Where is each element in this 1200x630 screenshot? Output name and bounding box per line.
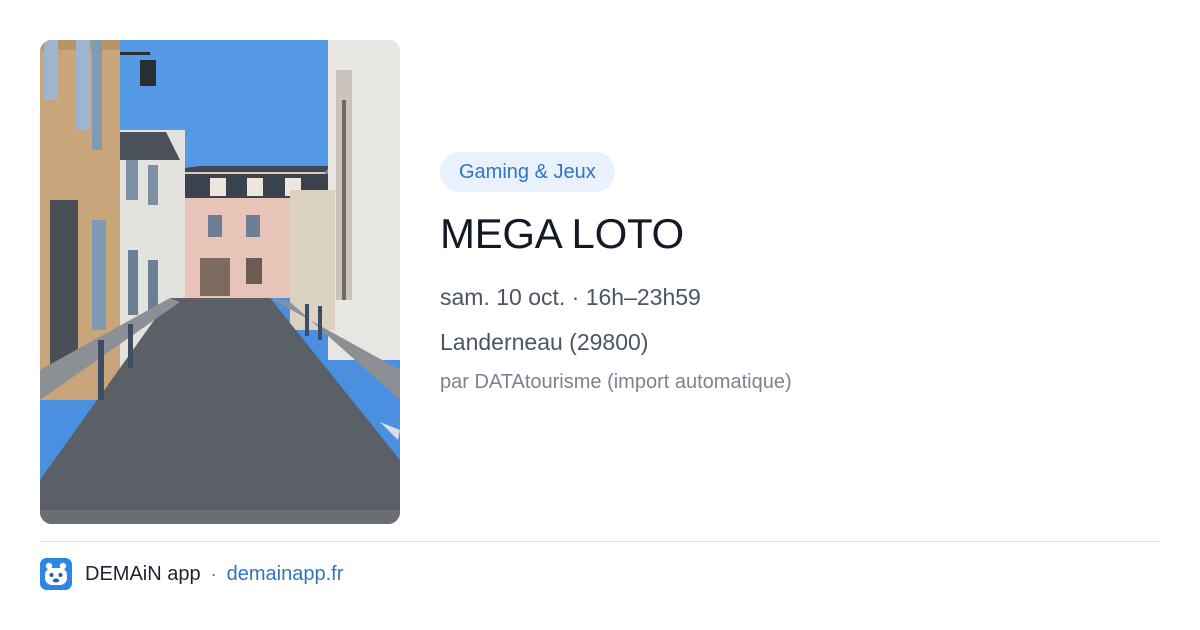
footer-separator: ·	[210, 563, 217, 584]
demain-app-logo-icon	[40, 558, 72, 590]
footer-divider	[40, 541, 1160, 542]
footer: DEMAiN app · demainapp.fr	[40, 558, 343, 590]
event-location: Landerneau (29800)	[440, 329, 649, 355]
event-info: Gaming & Jeux MEGA LOTO sam. 10 oct. · 1…	[440, 152, 1160, 395]
event-date-time: sam. 10 oct. · 16h–23h59	[440, 284, 701, 310]
event-photo	[40, 40, 400, 524]
category-badge[interactable]: Gaming & Jeux	[440, 152, 615, 192]
app-name: DEMAiN app	[85, 562, 201, 585]
app-url-link[interactable]: demainapp.fr	[227, 563, 344, 586]
event-source: par DATAtourisme (import automatique)	[440, 371, 792, 393]
event-title: MEGA LOTO	[440, 210, 684, 257]
